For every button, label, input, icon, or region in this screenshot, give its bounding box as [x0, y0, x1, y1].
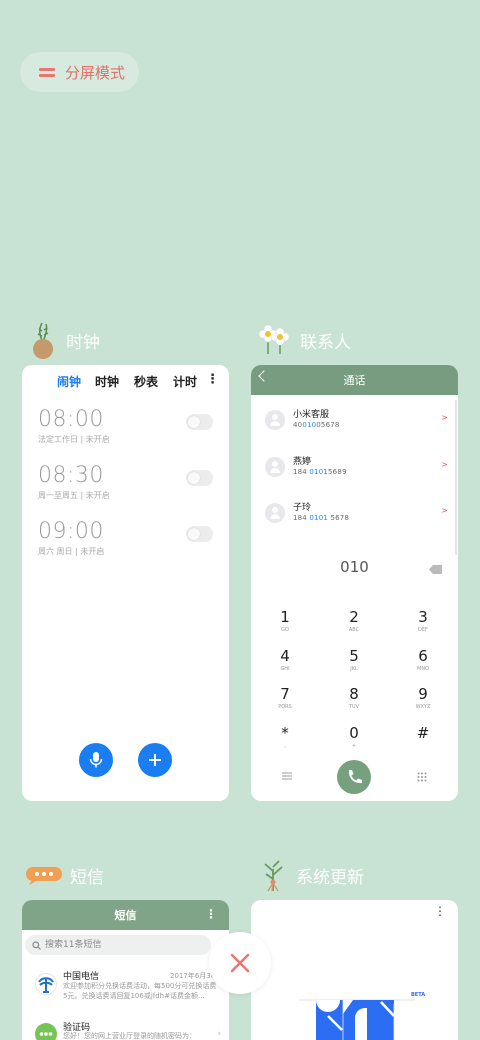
dial-key-8[interactable]: 8 TUV [334, 685, 374, 711]
more-icon[interactable]: ⋮ [434, 904, 446, 918]
alarm-item[interactable]: 08:30 周一至周五 | 未开启 [38, 463, 213, 513]
avatar [265, 410, 285, 430]
tab-clock[interactable]: 时钟 [95, 373, 119, 390]
contacts-app-icon [258, 324, 290, 354]
alarm-toggle[interactable] [186, 414, 213, 430]
message-thread[interactable]: 验证码 您好！您的网上营业厅登录的随机密码为： › [22, 1018, 229, 1040]
tab-timer[interactable]: 计时 [173, 373, 197, 390]
dial-key-6[interactable]: 6 MNO [403, 647, 443, 673]
chevron-right-icon: › [217, 1029, 221, 1039]
beta-badge: BETA [411, 992, 426, 998]
messages-app-name: 短信 [70, 867, 104, 888]
avatar [265, 503, 285, 523]
clock-app-icon [33, 322, 53, 359]
search-input[interactable]: 搜索11条短信 [25, 935, 211, 955]
contact-result[interactable]: 小米客服 4001005678 > [265, 405, 448, 439]
updater-app-name: 系统更新 [296, 867, 364, 888]
miui-version-logo-icon [299, 999, 415, 1040]
dial-key-2[interactable]: 2 ABC [334, 608, 374, 634]
clock-app-card[interactable]: 闹钟 时钟 秒表 计时 ⋮ 08:00 法定工作日 | 未开启 08:30 周一… [22, 365, 229, 801]
messages-header: 短信 ⋮ [22, 900, 229, 930]
verification-code-icon [35, 1023, 57, 1040]
dial-key-star[interactable]: *, [265, 724, 305, 750]
back-icon[interactable] [258, 370, 270, 382]
dial-key-4[interactable]: 4 GHI [265, 647, 305, 673]
clock-app-name: 时钟 [66, 332, 100, 353]
contact-name: 小米客服 [293, 410, 330, 420]
dial-input[interactable]: 010 [251, 558, 458, 576]
messages-title: 短信 [114, 909, 137, 922]
dial-key-3[interactable]: 3 DEF [403, 608, 443, 634]
updater-app-header: 系统更新 [258, 855, 364, 895]
voice-alarm-button[interactable] [79, 743, 113, 777]
contact-name: 子玲 [293, 503, 312, 513]
alarm-item[interactable]: 08:00 法定工作日 | 未开启 [38, 407, 213, 457]
dial-key-7[interactable]: 7 PQRS [265, 685, 305, 711]
messages-app-header: 短信 [26, 855, 104, 895]
add-alarm-button[interactable] [138, 743, 172, 777]
dial-key-hash[interactable]: # [403, 724, 443, 742]
alarm-toggle[interactable] [186, 470, 213, 486]
alarm-toggle[interactable] [186, 526, 213, 542]
china-telecom-logo-icon [35, 973, 57, 995]
dial-key-9[interactable]: 9 WXYZ [403, 685, 443, 711]
contacts-app-header: 联系人 [258, 320, 351, 360]
scrollbar[interactable] [455, 400, 457, 555]
alarm-item[interactable]: 09:00 周六 周日 | 未开启 [38, 519, 213, 569]
phone-icon [348, 770, 362, 784]
message-thread[interactable]: 中国电信 2017年6月30 欢迎参加积分兑换话费活动，每500分可兑换话费5元… [22, 966, 229, 1010]
plus-icon [149, 754, 161, 766]
dialpad-icon[interactable] [417, 772, 427, 782]
close-icon [230, 953, 250, 973]
more-icon[interactable]: ⋮ [206, 372, 219, 387]
chevron-right-icon: > [441, 460, 448, 469]
more-icon[interactable]: ⋮ [205, 907, 217, 921]
call-button[interactable] [337, 760, 371, 794]
chevron-right-icon: > [441, 506, 448, 515]
contact-number: 184 0101 5678 [293, 514, 350, 522]
split-screen-button[interactable]: 分屏模式 [20, 52, 139, 92]
dial-key-0[interactable]: 0 + [334, 724, 374, 750]
chevron-right-icon: > [441, 413, 448, 422]
contact-result[interactable]: 燕婷 184 01015689 > [265, 452, 448, 486]
menu-icon[interactable] [282, 772, 292, 780]
message-date: 2017年6月30 [170, 972, 216, 980]
close-all-button[interactable] [209, 932, 271, 994]
split-screen-icon [39, 66, 55, 78]
messages-app-card[interactable]: 短信 ⋮ 搜索11条短信 中国电信 2017年6月30 欢迎参加积分兑换话费活动… [22, 900, 229, 1040]
alarm-detail: 周一至周五 | 未开启 [38, 491, 110, 500]
dial-key-1[interactable]: 1 GO [265, 608, 305, 634]
tab-stopwatch[interactable]: 秒表 [134, 373, 158, 390]
split-screen-label: 分屏模式 [65, 63, 126, 82]
contacts-app-card[interactable]: 通话 小米客服 4001005678 > 燕婷 184 01015689 > 子… [251, 365, 458, 801]
microphone-icon [89, 752, 103, 768]
search-placeholder: 搜索11条短信 [45, 940, 102, 950]
updater-app-icon [264, 860, 283, 892]
contacts-header: 通话 [251, 365, 458, 395]
avatar [265, 457, 285, 477]
contact-number: 4001005678 [293, 421, 340, 429]
search-icon [32, 941, 41, 950]
alarm-detail: 周六 周日 | 未开启 [38, 547, 105, 556]
contact-number: 184 01015689 [293, 468, 347, 476]
clock-tab-bar: 闹钟 时钟 秒表 计时 ⋮ [22, 372, 229, 393]
message-preview: 欢迎参加积分兑换话费活动，每500分可兑换话费5元。兑换话费请回复106或jfd… [63, 982, 217, 1000]
tab-alarm[interactable]: 闹钟 [57, 373, 81, 390]
message-preview: 您好！您的网上营业厅登录的随机密码为： [63, 1032, 196, 1040]
messages-app-icon [26, 867, 62, 885]
clock-app-header: 时钟 [30, 320, 100, 360]
alarm-detail: 法定工作日 | 未开启 [38, 435, 110, 444]
contacts-title: 通话 [343, 374, 366, 387]
dial-key-5[interactable]: 5 JKL [334, 647, 374, 673]
contacts-app-name: 联系人 [300, 332, 351, 353]
contact-name: 燕婷 [293, 457, 312, 467]
updater-app-card[interactable]: ⋮ BETA [251, 900, 458, 1040]
contact-result[interactable]: 子玲 184 0101 5678 > [265, 498, 448, 532]
